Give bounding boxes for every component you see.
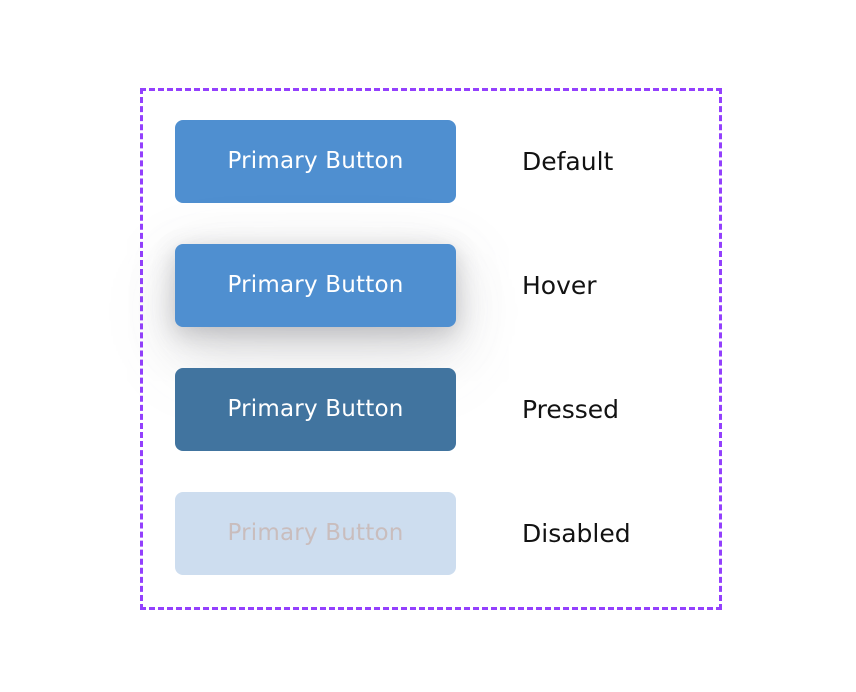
state-row-disabled: Primary Button Disabled <box>175 492 715 575</box>
primary-button-default[interactable]: Primary Button <box>175 120 456 203</box>
button-states-spec-canvas: Primary Button Default Primary Button Ho… <box>0 0 856 692</box>
state-label-disabled: Disabled <box>522 519 631 548</box>
primary-button-pressed[interactable]: Primary Button <box>175 368 456 451</box>
state-label-pressed: Pressed <box>522 395 620 424</box>
state-row-default: Primary Button Default <box>175 120 715 203</box>
state-row-hover: Primary Button Hover <box>175 244 715 327</box>
primary-button-hover[interactable]: Primary Button <box>175 244 456 327</box>
state-row-pressed: Primary Button Pressed <box>175 368 715 451</box>
state-label-hover: Hover <box>522 271 597 300</box>
state-label-default: Default <box>522 147 614 176</box>
primary-button-disabled: Primary Button <box>175 492 456 575</box>
